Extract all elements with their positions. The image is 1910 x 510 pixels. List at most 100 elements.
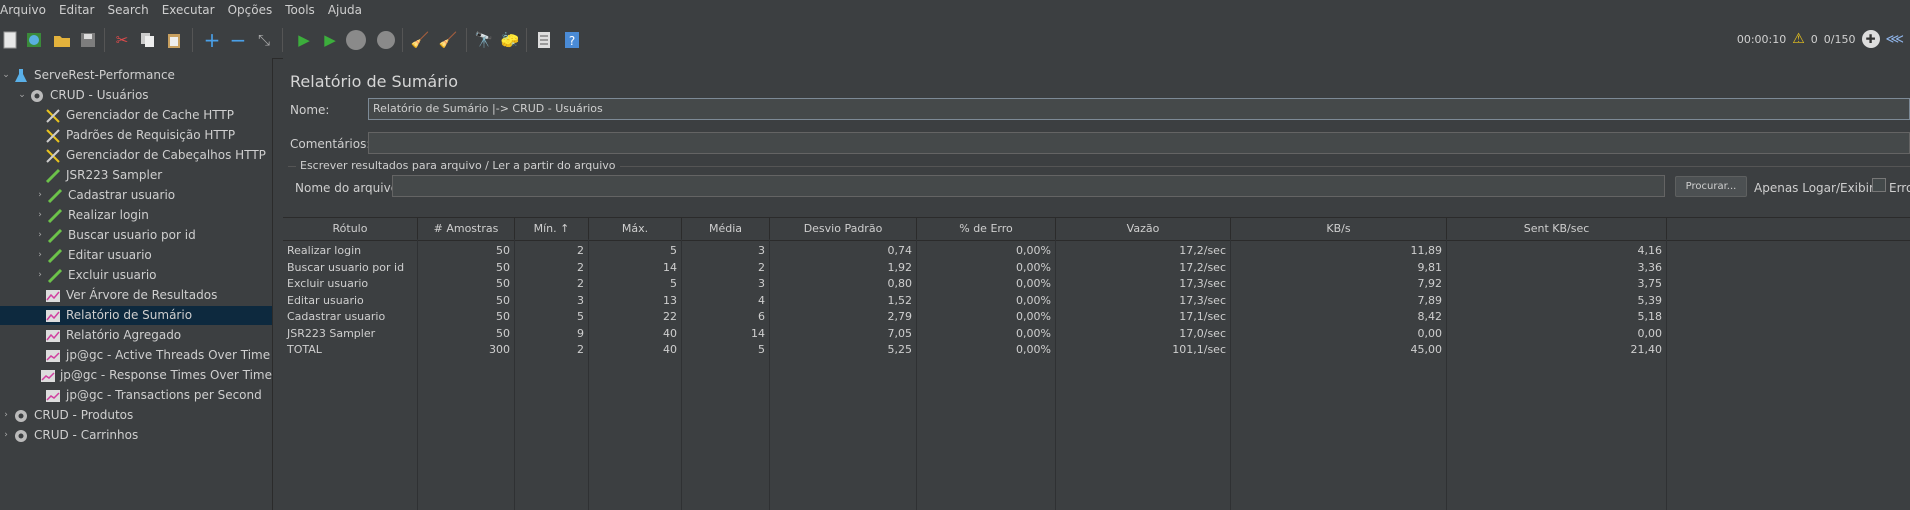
menu-2[interactable]: Editar [59,3,102,17]
log-viewer-icon[interactable]: ⋘ [1886,32,1905,47]
tree-item-label: Ver Árvore de Resultados [66,288,218,302]
tree-item[interactable]: › Cadastrar usuario [0,186,272,205]
expand-arrow-icon[interactable]: › [34,186,46,205]
reset-search-icon[interactable]: 🧽 [500,30,520,50]
table-row[interactable]: TOTAL 300 2 40 5 5,25 0,00% 101,1/sec 45,00 21,40 [283,340,1910,360]
toggle-icon[interactable]: ⤡ [254,30,274,50]
tree-item[interactable]: › Realizar login [0,206,272,225]
start-icon[interactable]: ▶ [294,30,314,50]
tree-item-label: Editar usuario [68,248,152,262]
tree-item[interactable]: › Excluir usuario [0,266,272,285]
tree-item[interactable]: Ver Árvore de Resultados [0,286,272,305]
expand-icon[interactable]: + [202,30,222,50]
column-header[interactable]: # Amostras [418,218,515,240]
stop-icon[interactable] [346,30,366,50]
expand-arrow-icon[interactable]: › [34,246,46,265]
tree-item[interactable]: Padrões de Requisição HTTP [0,126,272,145]
save-icon[interactable] [78,30,98,50]
summary-table: Rótulo # Amostras Mín. ↑ Máx. Média Desvio Pa… [283,217,1910,510]
tree-item[interactable]: Relatório de Sumário [0,306,272,325]
warning-icon[interactable]: ⚠ [1792,31,1805,47]
expand-arrow-icon[interactable]: › [0,426,12,445]
search-icon[interactable]: 🔭 [474,30,494,50]
tree-item[interactable]: JSR223 Sampler [0,166,272,185]
cut-icon[interactable]: ✂ [112,30,132,50]
tree-item[interactable]: Relatório Agregado [0,326,272,345]
toolbar: ✂ + − ⤡ ▶ ▶ 🧹 🧹 🔭 🧽 ? 00:00:10 ⚠ 0 0/150… [0,20,1910,59]
thread-group-icon [28,88,46,104]
column-header[interactable]: Máx. [589,218,682,240]
column-header[interactable]: Sent KB/sec [1447,218,1667,240]
copy-icon[interactable] [138,30,158,50]
expand-arrow-icon[interactable]: › [34,206,46,225]
menu-4[interactable]: Executar [162,3,222,17]
errors-checkbox[interactable] [1872,178,1886,192]
menu-3[interactable]: Search [107,3,155,17]
tree-item-label: Relatório de Sumário [66,308,193,322]
tree-item[interactable]: jp@gc - Transactions per Second [0,386,272,405]
remote-start-icon[interactable]: ✚ [1861,30,1880,48]
sampler-icon [46,208,64,224]
paste-icon[interactable] [164,30,184,50]
tree-item[interactable]: Gerenciador de Cache HTTP [0,106,272,125]
warning-count: 0 [1810,32,1818,46]
tree-item[interactable]: ⌄ CRUD - Usuários [0,86,272,105]
filename-label: Nome do arquivo [295,181,399,195]
expand-arrow-icon[interactable]: › [34,226,46,245]
help-icon[interactable]: ? [562,30,582,50]
log-only-label: Apenas Logar/Exibir [1754,181,1874,195]
tree-item[interactable]: › Editar usuario [0,246,272,265]
file-section-title: Escrever resultados para arquivo / Ler a… [296,159,620,172]
start-no-pause-icon[interactable]: ▶ [320,30,340,50]
expand-arrow-icon[interactable]: ⌄ [0,66,12,85]
shutdown-icon[interactable] [376,30,396,50]
browse-button[interactable]: Procurar... [1675,176,1747,197]
tree-item[interactable]: ⌄ ServeRest-Performance [0,66,272,85]
page-title: Relatório de Sumário [290,72,459,91]
tree-item-label: Excluir usuario [68,268,157,282]
tree-item[interactable]: jp@gc - Active Threads Over Time [0,346,272,365]
menu-6[interactable]: Tools [285,3,322,17]
thread-count: 0/150 [1823,32,1856,46]
column-header[interactable]: Rótulo [283,218,418,240]
menu-7[interactable]: Ajuda [328,3,369,17]
table-header: Rótulo # Amostras Mín. ↑ Máx. Média Desvio Pa… [283,217,1910,241]
clear-all-icon[interactable]: 🧹 [438,30,458,50]
config-tool-icon [44,128,62,144]
thread-group-icon [12,408,30,424]
tree-item[interactable]: Gerenciador de Cabeçalhos HTTP [0,146,272,165]
column-header[interactable]: Desvio Padrão [770,218,917,240]
tree-item-label: Gerenciador de Cabeçalhos HTTP [66,148,266,162]
menu-5[interactable]: Opções [228,3,280,17]
column-header[interactable]: Média [682,218,770,240]
function-helper-icon[interactable] [534,30,554,50]
tree-item[interactable]: › CRUD - Carrinhos [0,426,272,445]
column-header[interactable]: Mín. ↑ [515,218,589,240]
open-icon[interactable] [52,30,72,50]
column-header[interactable]: Vazão [1056,218,1231,240]
name-field[interactable]: Relatório de Sumário |-> CRUD - Usuários [368,98,1910,120]
column-header[interactable]: KB/s [1231,218,1447,240]
menu-1[interactable]: Arquivo [0,3,53,17]
listener-icon [44,328,62,344]
expand-arrow-icon[interactable]: › [0,406,12,425]
tree-item-label: Realizar login [68,208,149,222]
table-cell: 45,00 [1231,340,1447,360]
tree-item[interactable]: › CRUD - Produtos [0,406,272,425]
tree-item[interactable]: › Buscar usuario por id [0,226,272,245]
table-cell: 5 [682,340,770,360]
templates-icon[interactable] [24,30,44,50]
clear-icon[interactable]: 🧹 [410,30,430,50]
filename-field[interactable] [392,175,1665,197]
tree-item-label: JSR223 Sampler [66,168,163,182]
tree-item[interactable]: jp@gc - Response Times Over Time [0,366,272,385]
collapse-icon[interactable]: − [228,30,248,50]
sampler-icon [46,188,64,204]
table-cell: 5,25 [770,340,917,360]
new-icon[interactable] [0,30,20,50]
expand-arrow-icon[interactable]: ⌄ [16,86,28,105]
column-header[interactable]: % de Erro [917,218,1056,240]
tree-item-label: jp@gc - Response Times Over Time [59,368,272,382]
expand-arrow-icon[interactable]: › [34,266,46,285]
comments-field[interactable] [368,132,1910,154]
